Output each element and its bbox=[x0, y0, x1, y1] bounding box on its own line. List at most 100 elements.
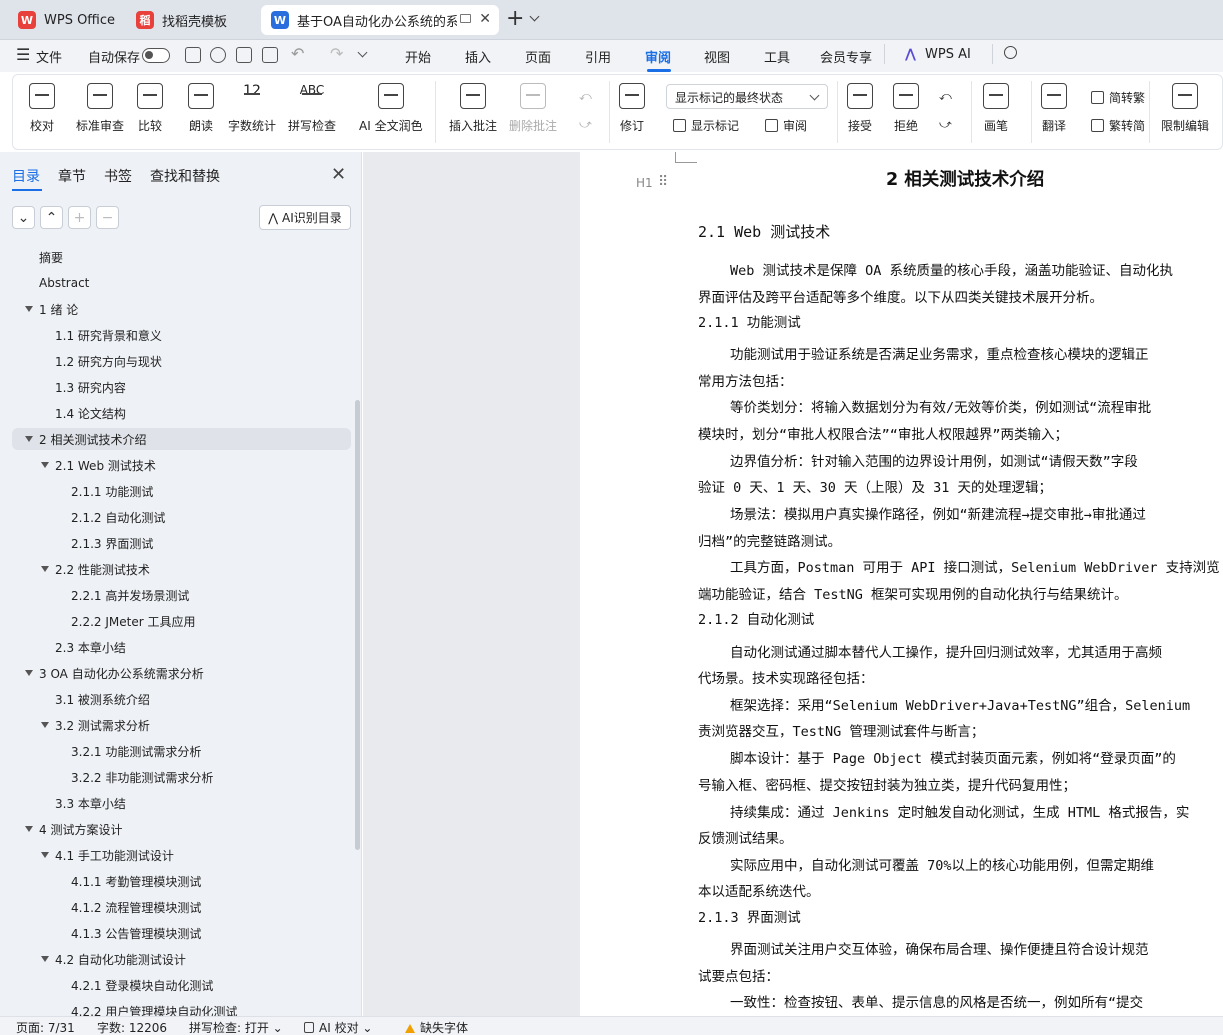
undo-icon[interactable]: ↶ bbox=[291, 44, 304, 63]
delete-comment-button[interactable]: 删除批注 bbox=[509, 83, 557, 143]
pen-button[interactable]: 画笔 bbox=[983, 83, 1009, 143]
menu-home[interactable]: 开始 bbox=[405, 47, 431, 66]
translate-button[interactable]: 翻译 bbox=[1041, 83, 1067, 143]
menu-member[interactable]: 会员专享 bbox=[820, 47, 872, 66]
expand-caret-icon[interactable] bbox=[41, 956, 49, 962]
expand-caret-icon[interactable] bbox=[41, 566, 49, 572]
toc-item[interactable]: 1.2 研究方向与现状 bbox=[0, 350, 352, 372]
toc-item[interactable]: 3.1 被测系统介绍 bbox=[0, 688, 352, 710]
toc-item[interactable]: 2.3 本章小结 bbox=[0, 636, 352, 658]
insert-comment-button[interactable]: 插入批注 bbox=[449, 83, 497, 143]
missing-font-status[interactable]: 缺失字体 bbox=[405, 1019, 468, 1035]
print-icon[interactable] bbox=[236, 47, 252, 63]
toc-item[interactable]: 1 绪 论 bbox=[0, 298, 352, 320]
drag-handle-icon[interactable]: ⠿ bbox=[658, 174, 668, 190]
close-tab-icon[interactable]: ✕ bbox=[479, 11, 491, 27]
toc-item[interactable]: 2.2 性能测试技术 bbox=[0, 558, 352, 580]
toc-item[interactable]: 4.2 自动化功能测试设计 bbox=[0, 948, 352, 970]
toc-item[interactable]: 1.4 论文结构 bbox=[0, 402, 352, 424]
ai-toc-button[interactable]: ⋀ AI识别目录 bbox=[259, 205, 351, 230]
read-aloud-button[interactable]: 朗读 bbox=[188, 83, 214, 143]
expand-caret-icon[interactable] bbox=[41, 462, 49, 468]
restrict-editing-button[interactable]: 限制编辑 bbox=[1161, 83, 1209, 143]
toc-item[interactable]: 3 OA 自动化办公系统需求分析 bbox=[0, 662, 352, 684]
expand-caret-icon[interactable] bbox=[41, 722, 49, 728]
print-preview-icon[interactable] bbox=[262, 47, 278, 63]
toc-item[interactable]: 2.1.3 界面测试 bbox=[0, 532, 352, 554]
review-pane-button[interactable]: 审阅 bbox=[765, 117, 807, 134]
toc-item[interactable]: 3.2 测试需求分析 bbox=[0, 714, 352, 736]
toc-item[interactable]: 4.1.2 流程管理模块测试 bbox=[0, 896, 352, 918]
toc-item[interactable]: 2.1.1 功能测试 bbox=[0, 480, 352, 502]
standard-review-button[interactable]: 标准审查 bbox=[76, 83, 124, 143]
close-pane-icon[interactable]: ✕ bbox=[331, 164, 346, 185]
toc-item[interactable]: 3.2.2 非功能测试需求分析 bbox=[0, 766, 352, 788]
toc-item[interactable]: 1.1 研究背景和意义 bbox=[0, 324, 352, 346]
tab-bookmarks[interactable]: 书签 bbox=[104, 166, 132, 186]
hamburger-icon[interactable]: ☰ bbox=[16, 45, 30, 64]
toc-item[interactable]: 2.1 Web 测试技术 bbox=[0, 454, 352, 476]
toc-item[interactable]: 2.2.2 JMeter 工具应用 bbox=[0, 610, 352, 632]
tab-current-document[interactable]: W 基于OA自动化办公系统的系统 ✕ bbox=[261, 5, 499, 35]
accept-button[interactable]: 接受 bbox=[847, 83, 873, 143]
menu-reference[interactable]: 引用 bbox=[585, 47, 611, 66]
next-comment-icon[interactable]: ⤻ bbox=[579, 117, 592, 132]
search-icon[interactable] bbox=[1004, 46, 1017, 59]
tab-find-replace[interactable]: 查找和替换 bbox=[150, 166, 220, 186]
page-count[interactable]: 页面: 7/31 bbox=[16, 1019, 75, 1035]
toc-item[interactable]: 摘要 bbox=[0, 246, 352, 268]
document-body[interactable]: H1 ⠿ 2 相关测试技术介绍 2.1 Web 测试技术 Web 测试技术是保障 … bbox=[580, 152, 1223, 1016]
toc-item[interactable]: Abstract bbox=[0, 272, 352, 294]
toc-item[interactable]: 4.2.2 用户管理模块自动化测试 bbox=[0, 1000, 352, 1017]
heading-level-marker[interactable]: H1 bbox=[636, 176, 653, 190]
add-level-button[interactable]: + bbox=[68, 206, 91, 229]
reject-button[interactable]: 拒绝 bbox=[893, 83, 919, 143]
toc-item[interactable]: 2.2.1 高并发场景测试 bbox=[0, 584, 352, 606]
toc-item[interactable]: 3.2.1 功能测试需求分析 bbox=[0, 740, 352, 762]
expand-caret-icon[interactable] bbox=[25, 436, 33, 442]
expand-caret-icon[interactable] bbox=[25, 670, 33, 676]
prev-comment-icon[interactable]: ⤺ bbox=[579, 89, 592, 104]
toc-item[interactable]: 4.2.1 登录模块自动化测试 bbox=[0, 974, 352, 996]
toc-item[interactable]: 2.1.2 自动化测试 bbox=[0, 506, 352, 528]
menu-wps-ai[interactable]: WPS AI bbox=[925, 47, 971, 62]
traditional-to-simplified-button[interactable]: 繁转简 bbox=[1091, 117, 1145, 134]
document-page[interactable]: H1 ⠿ 2 相关测试技术介绍 2.1 Web 测试技术 Web 测试技术是保障 … bbox=[580, 152, 1223, 1016]
expand-down-button[interactable]: ⌄ bbox=[12, 206, 35, 229]
show-markup-button[interactable]: 显示标记 bbox=[673, 117, 739, 134]
next-change-icon[interactable]: ⤻ bbox=[939, 117, 952, 132]
ai-check-status[interactable]: AI 校对 ⌄ bbox=[304, 1019, 372, 1035]
menu-review[interactable]: 审阅 bbox=[645, 47, 671, 66]
tab-template-store[interactable]: 稻 找稻壳模板 bbox=[126, 5, 254, 35]
new-tab-button[interactable]: + bbox=[506, 8, 524, 30]
word-count[interactable]: 字数: 12206 bbox=[97, 1019, 167, 1035]
remove-level-button[interactable]: − bbox=[96, 206, 119, 229]
collapse-up-button[interactable]: ⌃ bbox=[40, 206, 63, 229]
expand-caret-icon[interactable] bbox=[41, 852, 49, 858]
expand-caret-icon[interactable] bbox=[25, 306, 33, 312]
toc-item[interactable]: 4.1.3 公告管理模块测试 bbox=[0, 922, 352, 944]
ai-polish-button[interactable]: AI 全文润色 bbox=[359, 83, 423, 143]
tab-sections[interactable]: 章节 bbox=[58, 166, 86, 186]
track-changes-button[interactable]: 修订 bbox=[619, 83, 645, 143]
tab-wps-office[interactable]: W WPS Office bbox=[8, 5, 120, 35]
toc-item[interactable]: 4.1 手工功能测试设计 bbox=[0, 844, 352, 866]
redo-icon[interactable]: ↷ bbox=[330, 44, 343, 63]
menu-file[interactable]: 文件 bbox=[36, 47, 62, 66]
chevron-down-icon[interactable] bbox=[529, 11, 540, 22]
compare-button[interactable]: 比较 bbox=[137, 83, 163, 143]
toc-item[interactable]: 1.3 研究内容 bbox=[0, 376, 352, 398]
autosave-toggle[interactable] bbox=[142, 48, 170, 63]
menu-insert[interactable]: 插入 bbox=[465, 47, 491, 66]
prev-change-icon[interactable]: ⤺ bbox=[939, 89, 952, 104]
toc-item[interactable]: 4 测试方案设计 bbox=[0, 818, 352, 840]
tab-toc[interactable]: 目录 bbox=[12, 166, 40, 186]
monitor-icon[interactable] bbox=[460, 14, 471, 23]
menu-tools[interactable]: 工具 bbox=[764, 47, 790, 66]
markup-mode-select[interactable]: 显示标记的最终状态 bbox=[666, 84, 828, 109]
proofread-button[interactable]: 校对 bbox=[29, 83, 55, 143]
spell-check-status[interactable]: 拼写检查: 打开 ⌄ bbox=[189, 1019, 283, 1035]
toc-item[interactable]: 4.1.1 考勤管理模块测试 bbox=[0, 870, 352, 892]
menu-view[interactable]: 视图 bbox=[704, 47, 730, 66]
menu-page[interactable]: 页面 bbox=[525, 47, 551, 66]
